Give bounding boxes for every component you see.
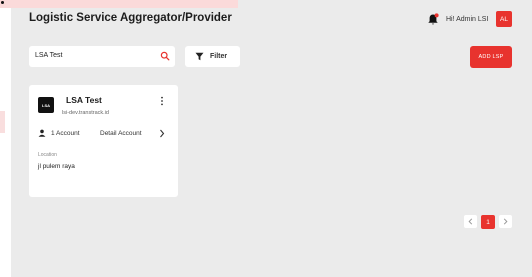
user-icon bbox=[38, 129, 46, 137]
detail-account-link[interactable]: Detail Account bbox=[100, 130, 142, 137]
location-value: jl pulem raya bbox=[38, 163, 75, 170]
banner-dot bbox=[1, 1, 4, 4]
more-vertical-icon[interactable] bbox=[159, 96, 165, 106]
lsp-card[interactable]: LSA LSA Test lsi-dev.transtrack.id 1 Acc… bbox=[29, 85, 178, 197]
filter-button[interactable]: Filter bbox=[185, 46, 240, 67]
page-title: Logistic Service Aggregator/Provider bbox=[29, 12, 232, 24]
sidebar-active-indicator bbox=[0, 111, 5, 133]
avatar[interactable]: AL bbox=[496, 11, 512, 27]
filter-button-label: Filter bbox=[210, 53, 228, 60]
search-input[interactable]: LSA Test bbox=[29, 46, 175, 67]
lsp-logo: LSA bbox=[38, 97, 54, 113]
pagination-page-current[interactable]: 1 bbox=[481, 215, 495, 229]
filter-icon bbox=[195, 52, 204, 61]
pagination-next-button[interactable] bbox=[499, 215, 512, 228]
pagination-prev-button[interactable] bbox=[464, 215, 477, 228]
location-label: Location bbox=[38, 152, 57, 158]
search-icon[interactable] bbox=[160, 51, 170, 61]
sidebar bbox=[0, 0, 11, 277]
user-greeting[interactable]: Hi! Admin LSI bbox=[446, 16, 488, 23]
chevron-right-icon[interactable] bbox=[159, 129, 165, 138]
lsp-name: LSA Test bbox=[66, 95, 102, 105]
add-lsp-button[interactable]: ADD LSP bbox=[470, 46, 512, 68]
lsp-url: lsi-dev.transtrack.id bbox=[62, 110, 109, 116]
top-banner bbox=[0, 0, 238, 8]
bell-icon[interactable] bbox=[427, 13, 439, 26]
chevron-right-icon bbox=[503, 218, 508, 225]
chevron-left-icon bbox=[468, 218, 473, 225]
search-input-value[interactable]: LSA Test bbox=[35, 52, 63, 59]
account-count: 1 Account bbox=[51, 130, 80, 137]
